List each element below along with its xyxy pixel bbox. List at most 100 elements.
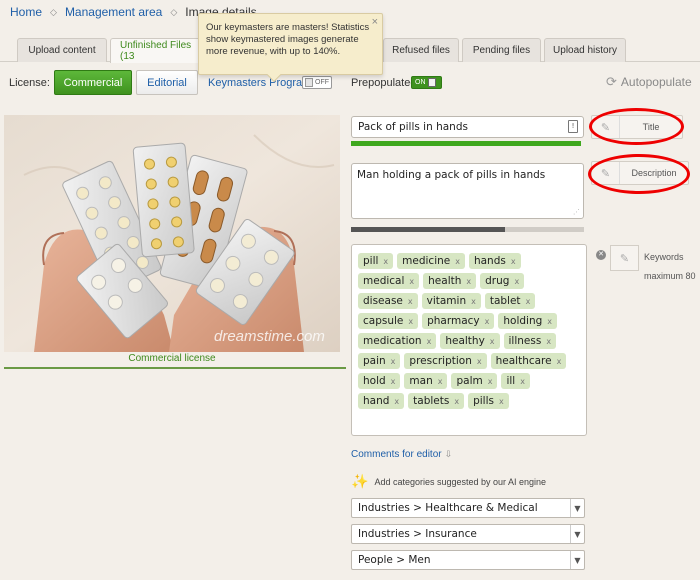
remove-keyword-icon[interactable]: x bbox=[455, 257, 460, 266]
remove-keyword-icon[interactable]: x bbox=[394, 397, 399, 406]
resize-grip-icon[interactable]: ⋰ bbox=[573, 208, 580, 216]
remove-keyword-icon[interactable]: x bbox=[408, 317, 413, 326]
commercial-button[interactable]: Commercial bbox=[54, 70, 132, 95]
tab-unfinished-files[interactable]: Unfinished Files (13 bbox=[110, 38, 208, 63]
keyword-chip[interactable]: hands x bbox=[468, 253, 521, 269]
category-select-2[interactable]: Industries > Insurance ▼ bbox=[351, 524, 585, 544]
autopopulate-label: Autopopulate bbox=[620, 75, 692, 89]
tab-refused-files[interactable]: Refused files bbox=[383, 38, 459, 62]
keyword-text: man bbox=[409, 375, 433, 387]
remove-keyword-icon[interactable]: x bbox=[546, 337, 551, 346]
highlight-circle-title bbox=[589, 108, 684, 145]
caption-underline bbox=[4, 367, 346, 369]
keyword-text: medical bbox=[363, 275, 405, 287]
remove-keyword-icon[interactable]: x bbox=[547, 317, 552, 326]
editorial-button[interactable]: Editorial bbox=[136, 70, 198, 95]
chevron-down-icon: ▼ bbox=[570, 551, 584, 569]
title-length-bar bbox=[351, 141, 581, 146]
keyword-chip[interactable]: pills x bbox=[468, 393, 509, 409]
keyword-chip[interactable]: drug x bbox=[480, 273, 525, 289]
keyword-chip[interactable]: medical x bbox=[358, 273, 420, 289]
keyword-chip[interactable]: ill x bbox=[501, 373, 530, 389]
category-select-3[interactable]: People > Men ▼ bbox=[351, 550, 585, 570]
keyword-chip[interactable]: medication x bbox=[358, 333, 437, 349]
keyword-chip[interactable]: healthcare x bbox=[490, 353, 567, 369]
tab-upload-history[interactable]: Upload history bbox=[544, 38, 626, 62]
remove-keyword-icon[interactable]: x bbox=[391, 377, 396, 386]
remove-keyword-icon[interactable]: x bbox=[409, 277, 414, 286]
highlight-circle-description bbox=[588, 154, 690, 194]
tooltip-text: Our keymasters are masters! Statistics s… bbox=[206, 22, 370, 57]
toggle-knob bbox=[427, 78, 436, 87]
keyword-chip[interactable]: palm x bbox=[451, 373, 498, 389]
toggle-state-label: ON bbox=[415, 79, 426, 86]
category-select-1[interactable]: Industries > Healthcare & Medical ▼ bbox=[351, 498, 585, 518]
close-icon[interactable]: × bbox=[372, 16, 378, 28]
keyword-chip[interactable]: hold x bbox=[358, 373, 401, 389]
keyword-chip[interactable]: pharmacy x bbox=[422, 313, 495, 329]
remove-keyword-icon[interactable]: x bbox=[438, 377, 443, 386]
keyword-chip[interactable]: pill x bbox=[358, 253, 394, 269]
remove-keyword-icon[interactable]: x bbox=[471, 297, 476, 306]
keyword-chip[interactable]: tablet x bbox=[484, 293, 536, 309]
license-caption: Commercial license bbox=[128, 353, 216, 364]
keyword-text: palm bbox=[456, 375, 483, 387]
keyword-text: illness bbox=[508, 335, 542, 347]
ai-categories-row[interactable]: ✨ Add categories suggested by our AI eng… bbox=[351, 473, 546, 490]
remove-keyword-icon[interactable]: x bbox=[454, 397, 459, 406]
keywords-label: Keywords bbox=[644, 252, 684, 262]
remove-keyword-icon[interactable]: x bbox=[490, 337, 495, 346]
keyword-chip[interactable]: medicine x bbox=[397, 253, 465, 269]
title-value: Pack of pills in hands bbox=[358, 121, 468, 133]
remove-keyword-icon[interactable]: x bbox=[488, 377, 493, 386]
remove-keyword-icon[interactable]: x bbox=[427, 337, 432, 346]
prepopulated-toggle[interactable]: ON bbox=[411, 76, 442, 89]
title-input[interactable]: Pack of pills in hands ! bbox=[351, 116, 584, 138]
remove-keyword-icon[interactable]: x bbox=[520, 377, 525, 386]
keyword-text: prescription bbox=[409, 355, 472, 367]
keyword-chip[interactable]: man x bbox=[404, 373, 448, 389]
keyword-chip[interactable]: disease x bbox=[358, 293, 418, 309]
remove-keyword-icon[interactable]: x bbox=[477, 357, 482, 366]
breadcrumb-separator-icon: ◇ bbox=[50, 6, 57, 17]
keyword-text: pills bbox=[473, 395, 494, 407]
breadcrumb-management-link[interactable]: Management area bbox=[65, 5, 162, 19]
keywords-max-label: maximum 80 bbox=[644, 271, 696, 281]
watermark: dreamstime.com bbox=[214, 328, 325, 345]
remove-keyword-icon[interactable]: x bbox=[383, 257, 388, 266]
keywords-box[interactable]: pill x medicine x hands x medical x health x drug x… bbox=[351, 244, 587, 436]
keyword-text: tablet bbox=[489, 295, 521, 307]
remove-keyword-icon[interactable]: x bbox=[466, 277, 471, 286]
remove-keyword-icon[interactable]: x bbox=[511, 257, 516, 266]
keyword-text: holding bbox=[503, 315, 543, 327]
keywords-button[interactable]: ✎ bbox=[610, 245, 639, 271]
keyword-chip[interactable]: pain x bbox=[358, 353, 401, 369]
keyword-chip[interactable]: holding x bbox=[498, 313, 558, 329]
remove-keyword-icon[interactable]: x bbox=[391, 357, 396, 366]
char-counter-icon: ! bbox=[568, 120, 578, 133]
keyword-chip[interactable]: healthy x bbox=[440, 333, 500, 349]
description-value: Man holding a pack of pills in hands bbox=[357, 169, 546, 181]
remove-keyword-icon[interactable]: x bbox=[557, 357, 562, 366]
keyword-chip[interactable]: prescription x bbox=[404, 353, 487, 369]
keymasters-program-link[interactable]: Keymasters Program bbox=[208, 77, 311, 89]
breadcrumb-home-link[interactable]: Home bbox=[10, 5, 42, 19]
keymasters-toggle[interactable]: OFF bbox=[302, 76, 332, 89]
tab-upload-content[interactable]: Upload content bbox=[17, 38, 107, 62]
keyword-chip[interactable]: capsule x bbox=[358, 313, 419, 329]
description-textarea[interactable]: Man holding a pack of pills in hands ⋰ bbox=[351, 163, 584, 219]
comments-for-editor-link[interactable]: Comments for editor ⇩ bbox=[351, 449, 452, 460]
remove-keyword-icon[interactable]: x bbox=[485, 317, 490, 326]
remove-keyword-icon[interactable]: x bbox=[514, 277, 519, 286]
keyword-chip[interactable]: tablets x bbox=[408, 393, 465, 409]
keyword-chip[interactable]: illness x bbox=[503, 333, 557, 349]
remove-keyword-icon[interactable]: x bbox=[499, 397, 504, 406]
keyword-chip[interactable]: vitamin x bbox=[421, 293, 481, 309]
tab-pending-files[interactable]: Pending files bbox=[462, 38, 541, 62]
remove-keyword-icon[interactable]: x bbox=[526, 297, 531, 306]
remove-keyword-icon[interactable]: x bbox=[408, 297, 413, 306]
autopopulate-button[interactable]: ⟳ Autopopulate bbox=[606, 74, 692, 90]
close-icon[interactable]: ✕ bbox=[596, 250, 606, 260]
keyword-chip[interactable]: hand x bbox=[358, 393, 405, 409]
keyword-chip[interactable]: health x bbox=[423, 273, 477, 289]
